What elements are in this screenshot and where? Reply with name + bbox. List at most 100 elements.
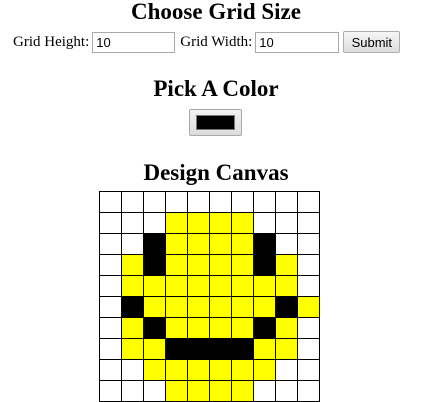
canvas-cell[interactable] [209, 191, 232, 213]
canvas-cell[interactable] [275, 191, 298, 213]
canvas-cell[interactable] [187, 317, 210, 339]
canvas-cell[interactable] [165, 233, 188, 255]
canvas-cell[interactable] [99, 338, 122, 360]
canvas-cell[interactable] [165, 296, 188, 318]
canvas-cell[interactable] [165, 359, 188, 381]
canvas-cell[interactable] [187, 275, 210, 297]
canvas-cell[interactable] [297, 338, 320, 360]
canvas-cell[interactable] [297, 254, 320, 276]
canvas-cell[interactable] [209, 212, 232, 234]
canvas-cell[interactable] [297, 191, 320, 213]
canvas-cell[interactable] [275, 317, 298, 339]
submit-button[interactable]: Submit [343, 31, 401, 53]
canvas-cell[interactable] [209, 317, 232, 339]
canvas-cell[interactable] [209, 254, 232, 276]
canvas-cell[interactable] [99, 380, 122, 402]
canvas-cell[interactable] [121, 296, 144, 318]
canvas-cell[interactable] [143, 338, 166, 360]
canvas-cell[interactable] [165, 275, 188, 297]
canvas-cell[interactable] [99, 254, 122, 276]
canvas-cell[interactable] [275, 254, 298, 276]
canvas-cell[interactable] [297, 359, 320, 381]
canvas-cell[interactable] [231, 212, 254, 234]
canvas-cell[interactable] [99, 191, 122, 213]
canvas-cell[interactable] [143, 191, 166, 213]
canvas-cell[interactable] [231, 317, 254, 339]
canvas-cell[interactable] [143, 275, 166, 297]
canvas-cell[interactable] [99, 359, 122, 381]
canvas-cell[interactable] [187, 191, 210, 213]
canvas-cell[interactable] [121, 359, 144, 381]
canvas-cell[interactable] [275, 338, 298, 360]
canvas-cell[interactable] [253, 233, 276, 255]
canvas-cell[interactable] [187, 212, 210, 234]
canvas-cell[interactable] [187, 296, 210, 318]
canvas-cell[interactable] [121, 338, 144, 360]
canvas-cell[interactable] [99, 275, 122, 297]
canvas-cell[interactable] [143, 254, 166, 276]
canvas-cell[interactable] [165, 212, 188, 234]
canvas-cell[interactable] [231, 338, 254, 360]
canvas-cell[interactable] [231, 380, 254, 402]
canvas-cell[interactable] [231, 254, 254, 276]
canvas-cell[interactable] [165, 317, 188, 339]
canvas-cell[interactable] [143, 296, 166, 318]
canvas-cell[interactable] [165, 191, 188, 213]
canvas-cell[interactable] [231, 296, 254, 318]
canvas-cell[interactable] [297, 212, 320, 234]
canvas-cell[interactable] [209, 380, 232, 402]
canvas-cell[interactable] [165, 254, 188, 276]
canvas-cell[interactable] [143, 212, 166, 234]
canvas-cell[interactable] [187, 254, 210, 276]
canvas-cell[interactable] [231, 191, 254, 213]
canvas-cell[interactable] [121, 233, 144, 255]
canvas-cell[interactable] [121, 380, 144, 402]
canvas-cell[interactable] [209, 338, 232, 360]
canvas-cell[interactable] [253, 212, 276, 234]
canvas-cell[interactable] [187, 233, 210, 255]
canvas-cell[interactable] [121, 212, 144, 234]
canvas-cell[interactable] [231, 359, 254, 381]
canvas-cell[interactable] [253, 296, 276, 318]
canvas-cell[interactable] [209, 296, 232, 318]
canvas-cell[interactable] [143, 233, 166, 255]
canvas-cell[interactable] [253, 317, 276, 339]
canvas-cell[interactable] [99, 212, 122, 234]
canvas-cell[interactable] [231, 275, 254, 297]
canvas-cell[interactable] [297, 233, 320, 255]
canvas-cell[interactable] [209, 275, 232, 297]
canvas-cell[interactable] [275, 212, 298, 234]
canvas-cell[interactable] [253, 191, 276, 213]
canvas-cell[interactable] [253, 359, 276, 381]
canvas-cell[interactable] [297, 275, 320, 297]
canvas-cell[interactable] [253, 338, 276, 360]
canvas-cell[interactable] [121, 275, 144, 297]
canvas-cell[interactable] [187, 338, 210, 360]
canvas-cell[interactable] [209, 359, 232, 381]
canvas-cell[interactable] [121, 254, 144, 276]
canvas-cell[interactable] [187, 380, 210, 402]
canvas-cell[interactable] [275, 233, 298, 255]
canvas-cell[interactable] [187, 359, 210, 381]
color-picker-input[interactable] [189, 109, 242, 136]
canvas-cell[interactable] [275, 275, 298, 297]
canvas-cell[interactable] [143, 317, 166, 339]
canvas-cell[interactable] [253, 380, 276, 402]
grid-width-input[interactable] [255, 31, 340, 53]
canvas-cell[interactable] [231, 233, 254, 255]
canvas-cell[interactable] [99, 317, 122, 339]
canvas-cell[interactable] [297, 296, 320, 318]
canvas-cell[interactable] [165, 380, 188, 402]
canvas-cell[interactable] [121, 317, 144, 339]
canvas-cell[interactable] [99, 233, 122, 255]
grid-height-input[interactable] [92, 31, 176, 53]
canvas-cell[interactable] [275, 380, 298, 402]
canvas-cell[interactable] [99, 296, 122, 318]
canvas-cell[interactable] [297, 317, 320, 339]
canvas-cell[interactable] [275, 296, 298, 318]
canvas-cell[interactable] [143, 359, 166, 381]
canvas-cell[interactable] [275, 359, 298, 381]
canvas-cell[interactable] [253, 275, 276, 297]
canvas-cell[interactable] [121, 191, 144, 213]
canvas-cell[interactable] [253, 254, 276, 276]
